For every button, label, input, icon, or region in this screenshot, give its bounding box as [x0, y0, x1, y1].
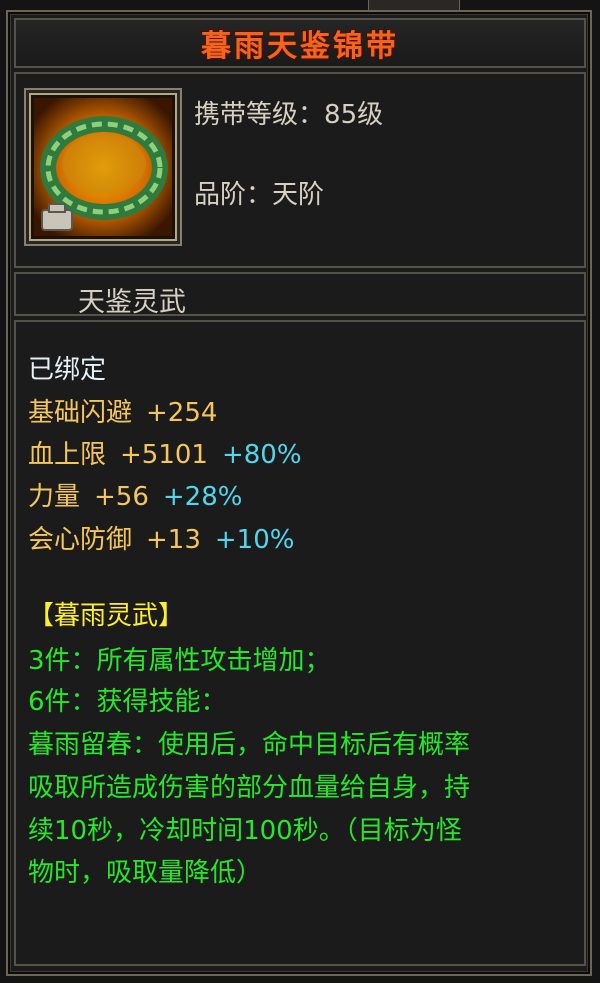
stats-box: 已绑定 基础闪避 +254 血上限 +5101 +80% 力量 +56 +28% 会心防御…	[14, 320, 586, 966]
title-bar: 暮雨天鉴锦带	[14, 18, 586, 68]
item-info-box: 携带等级：85级 品阶：天阶	[14, 72, 586, 268]
top-ornament	[368, 0, 460, 11]
stat-percent: +10%	[214, 525, 295, 555]
stat-row: 会心防御 +13 +10%	[28, 524, 294, 556]
carry-level-row: 携带等级：85级	[194, 94, 383, 131]
set-bonus-line: 3件：所有属性攻击增加；	[28, 646, 331, 676]
stat-label: 会心防御	[28, 525, 133, 555]
stat-row: 血上限 +5101 +80%	[28, 439, 302, 471]
carry-level-label: 携带等级	[194, 100, 299, 130]
set-bonus-line: 吸取所造成伤害的部分血量给自身，持	[28, 773, 471, 803]
set-bonus-header: 【暮雨灵武】	[28, 601, 185, 631]
set-bonus-line: 物时，吸取量降低）	[28, 858, 263, 888]
stat-value: +254	[146, 398, 218, 428]
set-name-bar: 天鉴灵武	[14, 272, 586, 318]
grade-colon: ：	[246, 180, 273, 210]
grade-value: 天阶	[272, 180, 325, 210]
stat-value: +13	[146, 525, 201, 555]
stat-label: 血上限	[28, 440, 107, 470]
item-title: 暮雨天鉴锦带	[201, 29, 399, 64]
set-bonus-line: 暮雨留春：使用后，命中目标后有概率	[28, 730, 471, 760]
stat-value: +5101	[120, 440, 208, 470]
bound-status: 已绑定	[28, 355, 107, 385]
set-bonus-line: 续10秒，冷却时间100秒。（目标为怪	[28, 816, 462, 846]
stat-row: 基础闪避 +254	[28, 397, 217, 429]
carry-level-colon: ：	[298, 100, 325, 130]
grade-row: 品阶：天阶	[194, 174, 324, 211]
stat-percent: +28%	[162, 482, 243, 512]
stat-value: +56	[94, 482, 149, 512]
set-name: 天鉴灵武	[78, 287, 186, 318]
set-bonus-line: 6件：获得技能：	[28, 687, 227, 717]
stat-row: 力量 +56 +28%	[28, 481, 242, 513]
stat-label: 力量	[28, 482, 81, 512]
stat-percent: +80%	[221, 440, 302, 470]
stat-label: 基础闪避	[28, 398, 133, 428]
carry-level-value: 85级	[324, 100, 384, 130]
item-icon-slot[interactable]	[24, 88, 182, 246]
belt-icon	[34, 98, 172, 236]
grade-label: 品阶	[194, 180, 247, 210]
